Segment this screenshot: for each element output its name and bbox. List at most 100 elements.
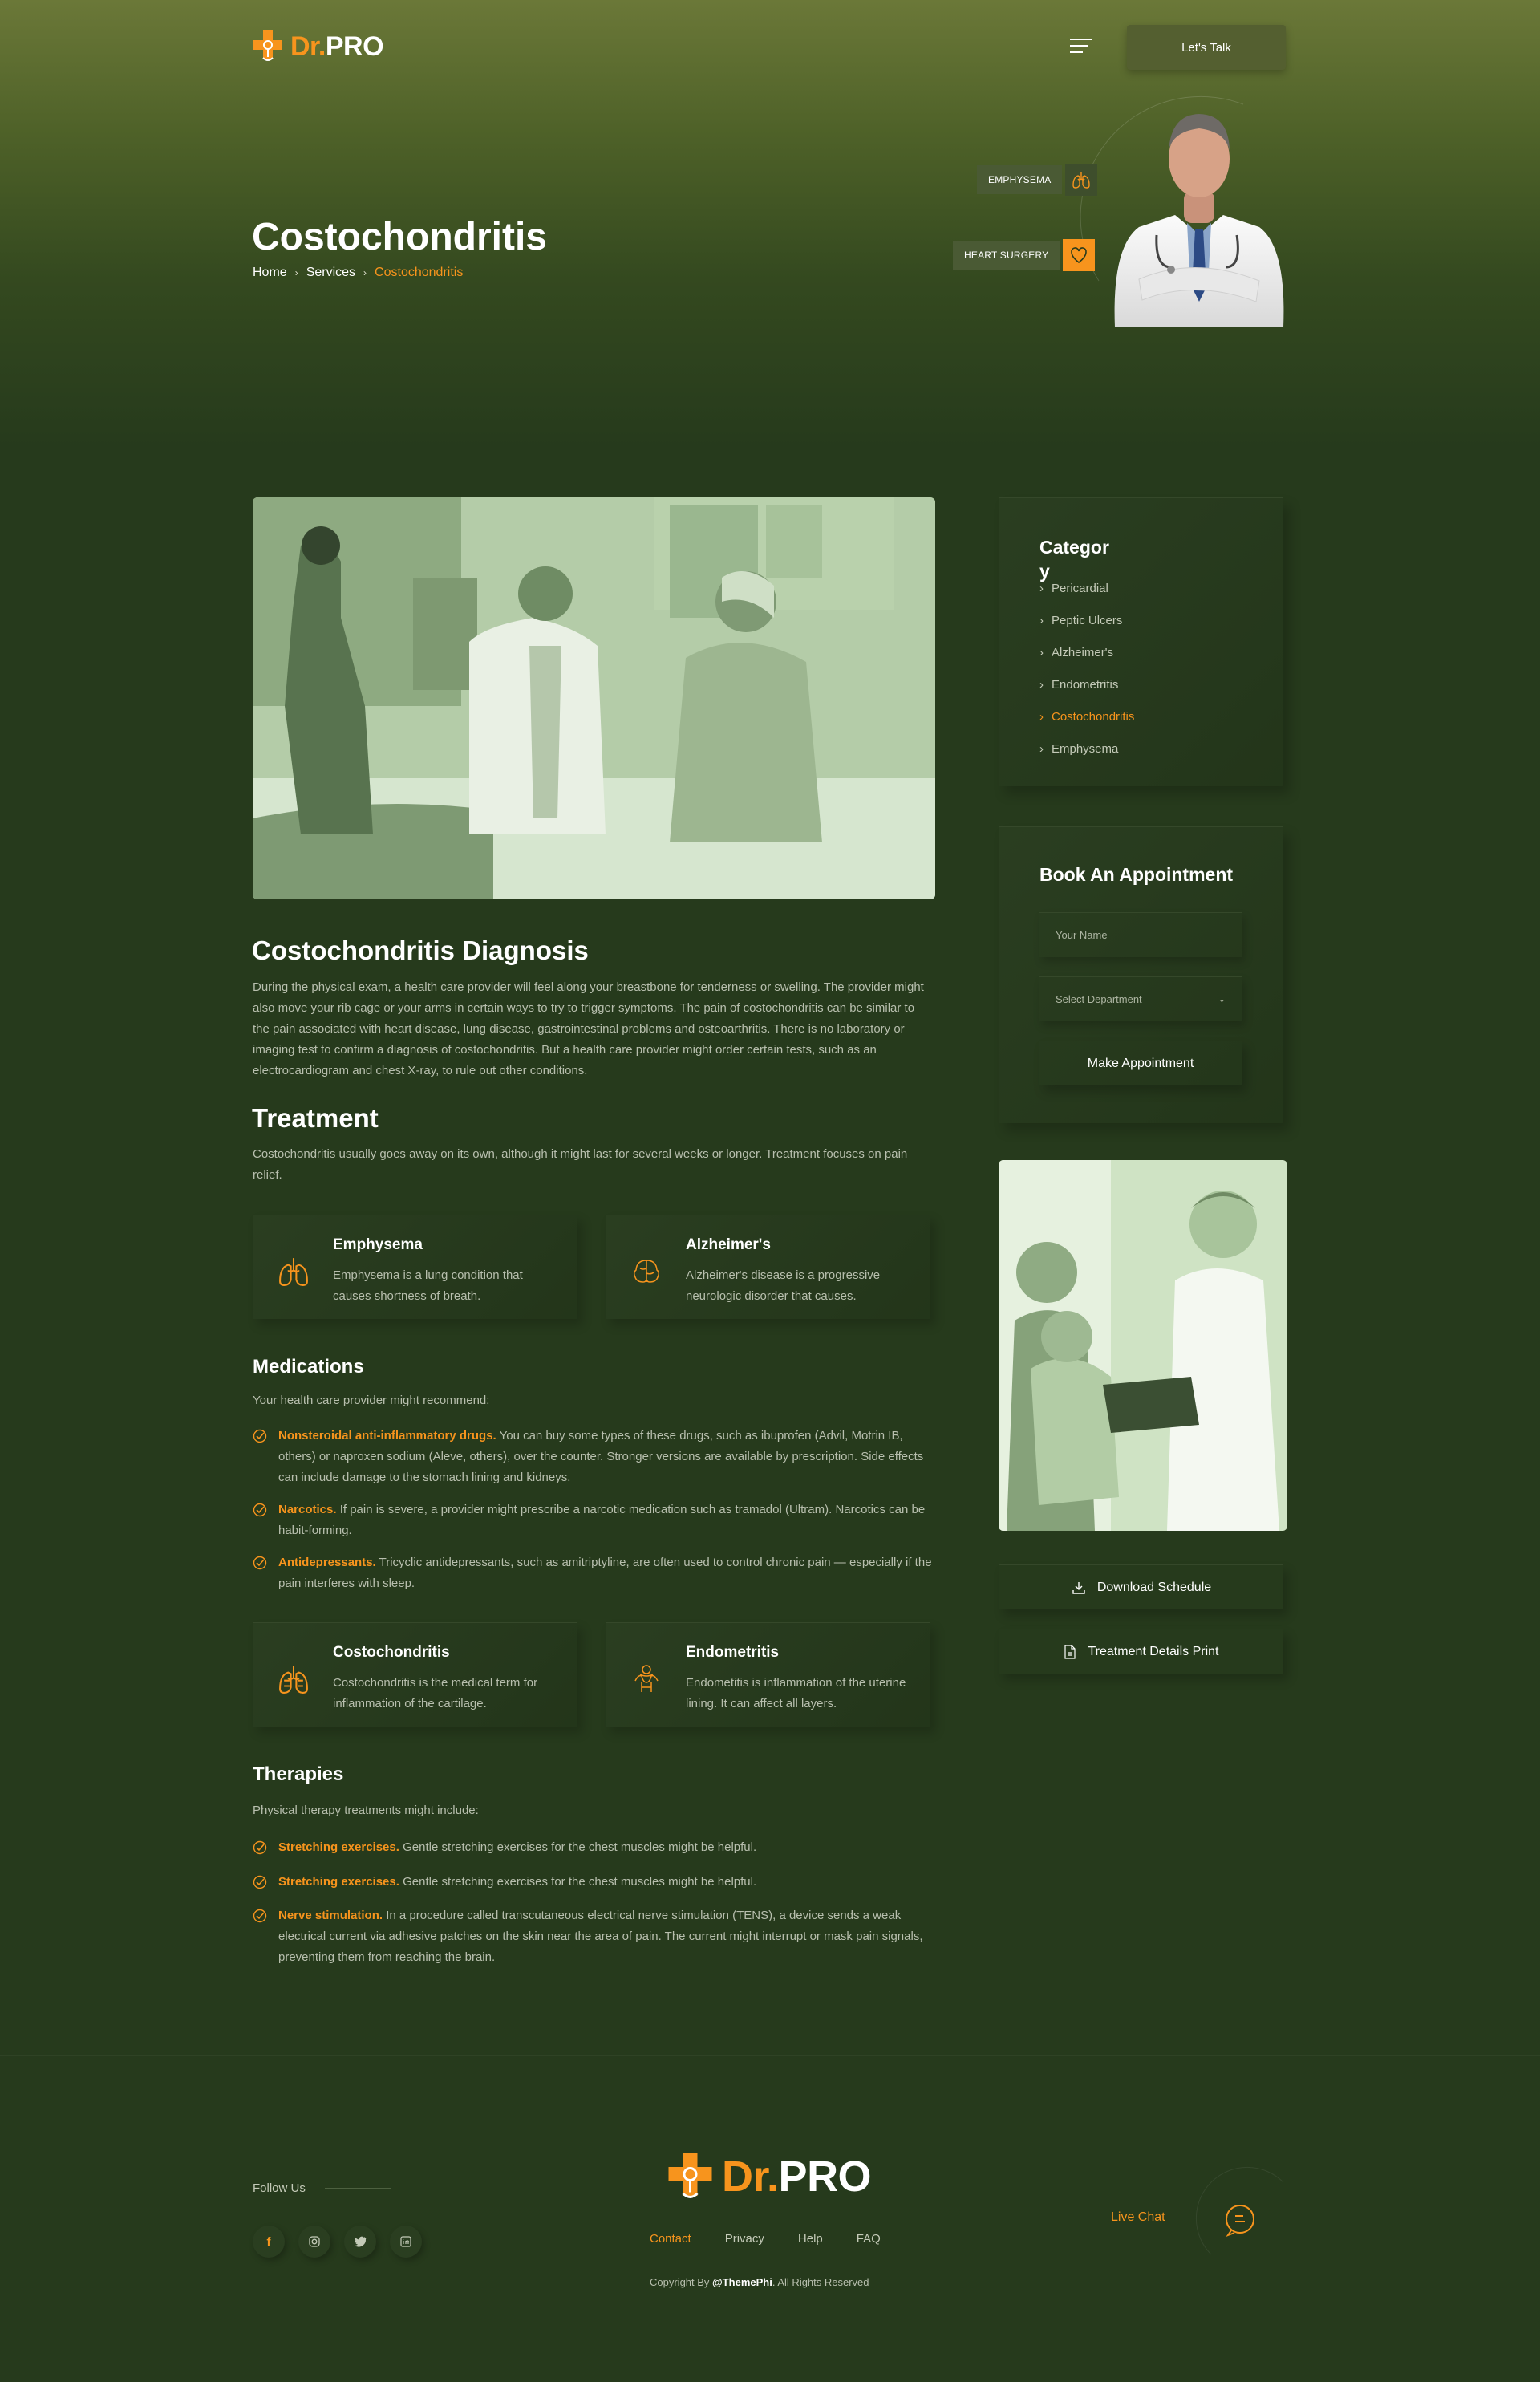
download-schedule-button[interactable]: Download Schedule	[999, 1564, 1283, 1609]
treatment-print-button[interactable]: Treatment Details Print	[999, 1629, 1283, 1674]
list-item: Stretching exercises. Gentle stretching …	[253, 1872, 934, 1893]
therapies-title: Therapies	[253, 1763, 344, 1785]
follow-us: Follow Us	[253, 2181, 391, 2195]
family-doctor-image	[999, 1160, 1287, 1531]
condition-card-endometritis[interactable]: Endometritis Endometitis is inflammation…	[606, 1622, 930, 1727]
list-item: Nonsteroidal anti-inflammatory drugs. Yo…	[253, 1426, 934, 1488]
medications-intro: Your health care provider might recommen…	[253, 1394, 490, 1407]
category-list: › Pericardial › Peptic Ulcers › Alzheimer's…	[1040, 572, 1264, 765]
check-circle-icon	[253, 1426, 269, 1488]
chevron-right-icon: ›	[1040, 645, 1044, 659]
footer-link-contact[interactable]: Contact	[650, 2232, 691, 2246]
category-item-pericardial[interactable]: › Pericardial	[1040, 572, 1264, 604]
department-select[interactable]: Select Department ⌄	[1039, 976, 1242, 1021]
document-icon	[1064, 1644, 1076, 1659]
download-icon	[1072, 1581, 1085, 1594]
facebook-icon[interactable]: f	[253, 2226, 285, 2258]
twitter-icon[interactable]	[344, 2226, 376, 2258]
cross-logo-icon	[668, 2153, 712, 2198]
card-title: Emphysema	[333, 1236, 423, 1253]
card-desc: Endometitis is inflammation of the uteri…	[686, 1676, 906, 1710]
page-title: Costochondritis	[252, 216, 547, 258]
condition-card-costochondritis[interactable]: Costochondritis Costochondritis is the m…	[253, 1622, 578, 1727]
diagnosis-title: Costochondritis Diagnosis	[252, 935, 589, 965]
department-select-value: Select Department	[1056, 993, 1142, 1005]
chevron-right-icon: ›	[1040, 677, 1044, 692]
card-desc: Costochondritis is the medical term for …	[333, 1676, 538, 1710]
instagram-icon[interactable]	[298, 2226, 330, 2258]
condition-card-alzheimers[interactable]: Alzheimer's Alzheimer's disease is a pro…	[606, 1215, 930, 1319]
category-item-emphysema[interactable]: › Emphysema	[1040, 732, 1264, 765]
card-desc: Alzheimer's disease is a progressive neu…	[686, 1268, 881, 1303]
check-circle-icon	[253, 1499, 269, 1541]
lungs-icon	[279, 1258, 308, 1286]
live-chat-button[interactable]	[1187, 2166, 1299, 2279]
treatment-title: Treatment	[252, 1103, 379, 1133]
make-appointment-button[interactable]: Make Appointment	[1039, 1041, 1242, 1085]
brain-icon	[633, 1260, 660, 1283]
appointment-title: Book An Appointment	[1040, 864, 1234, 885]
print-label: Treatment Details Print	[1088, 1644, 1219, 1658]
logo-text: Dr.PRO	[290, 30, 384, 62]
chevron-right-icon: ›	[1040, 581, 1044, 595]
menu-icon[interactable]	[1070, 39, 1092, 58]
cross-logo-icon	[253, 30, 282, 61]
live-chat-label[interactable]: Live Chat	[1111, 2210, 1165, 2225]
hero-background	[0, 0, 1540, 449]
card-title: Costochondritis	[333, 1644, 450, 1661]
doctor-portrait	[1114, 114, 1284, 327]
heart-icon	[1063, 239, 1096, 271]
category-item-costochondritis[interactable]: › Costochondritis	[1040, 700, 1264, 732]
tag-heart-surgery: HEART SURGERY	[953, 239, 1096, 271]
card-desc: Emphysema is a lung condition that cause…	[333, 1268, 523, 1303]
chevron-right-icon: ›	[1040, 613, 1044, 627]
card-title: Alzheimer's	[686, 1236, 771, 1253]
breadcrumb-services[interactable]: Services	[306, 266, 355, 280]
lungs-icon	[279, 1666, 308, 1694]
condition-card-emphysema[interactable]: Emphysema Emphysema is a lung condition …	[253, 1215, 578, 1319]
breadcrumb-current: Costochondritis	[375, 266, 464, 279]
chevron-right-icon: ›	[1040, 709, 1044, 724]
footer-link-help[interactable]: Help	[798, 2232, 823, 2246]
linkedin-icon[interactable]	[390, 2226, 422, 2258]
category-item-peptic-ulcers[interactable]: › Peptic Ulcers	[1040, 604, 1264, 636]
check-circle-icon	[253, 1837, 269, 1859]
name-input[interactable]: Your Name	[1039, 912, 1242, 957]
list-item: Narcotics. If pain is severe, a provider…	[253, 1499, 934, 1541]
lets-talk-button[interactable]: Let's Talk	[1127, 25, 1286, 70]
tag-emphysema: EMPHYSEMA	[977, 164, 1098, 196]
chevron-down-icon: ⌄	[1218, 995, 1226, 1004]
tag-label: EMPHYSEMA	[977, 165, 1063, 194]
doctor-consultation-image	[253, 497, 935, 899]
chevron-right-icon: ›	[1040, 741, 1044, 756]
footer-divider	[0, 2055, 1540, 2056]
diagnosis-text: During the physical exam, a health care …	[253, 980, 924, 1077]
footer-link-faq[interactable]: FAQ	[857, 2232, 881, 2246]
category-item-alzheimers[interactable]: › Alzheimer's	[1040, 636, 1264, 668]
logo-text: Dr.PRO	[722, 2153, 872, 2201]
chevron-right-icon: ›	[294, 267, 298, 278]
footer-nav: Contact Privacy Help FAQ	[650, 2232, 881, 2246]
footer-logo[interactable]: Dr.PRO	[666, 2150, 872, 2203]
site-logo[interactable]: Dr.PRO	[252, 29, 384, 64]
follow-label: Follow Us	[253, 2181, 306, 2195]
check-circle-icon	[253, 1905, 269, 1968]
list-item: Nerve stimulation. In a procedure called…	[253, 1905, 934, 1968]
category-item-endometritis[interactable]: › Endometritis	[1040, 668, 1264, 700]
footer-link-privacy[interactable]: Privacy	[725, 2232, 764, 2246]
check-circle-icon	[253, 1872, 269, 1893]
tag-label: HEART SURGERY	[953, 241, 1060, 270]
list-item: Antidepressants. Tricyclic antidepressan…	[253, 1552, 934, 1594]
list-item: Stretching exercises. Gentle stretching …	[253, 1837, 934, 1859]
breadcrumb-home[interactable]: Home	[253, 266, 287, 280]
check-circle-icon	[253, 1552, 269, 1594]
treatment-text: Costochondritis usually goes away on its…	[253, 1147, 908, 1182]
therapies-intro: Physical therapy treatments might includ…	[253, 1804, 479, 1817]
category-panel: Categor y › Pericardial › Peptic Ulcers › Al…	[999, 497, 1283, 786]
social-links: f	[253, 2226, 422, 2258]
uterus-icon	[634, 1665, 659, 1692]
chevron-right-icon: ›	[363, 267, 367, 278]
lungs-icon	[1065, 164, 1098, 196]
download-label: Download Schedule	[1096, 1580, 1212, 1594]
copyright: Copyright By @ThemePhi. All Rights Reser…	[650, 2276, 869, 2288]
